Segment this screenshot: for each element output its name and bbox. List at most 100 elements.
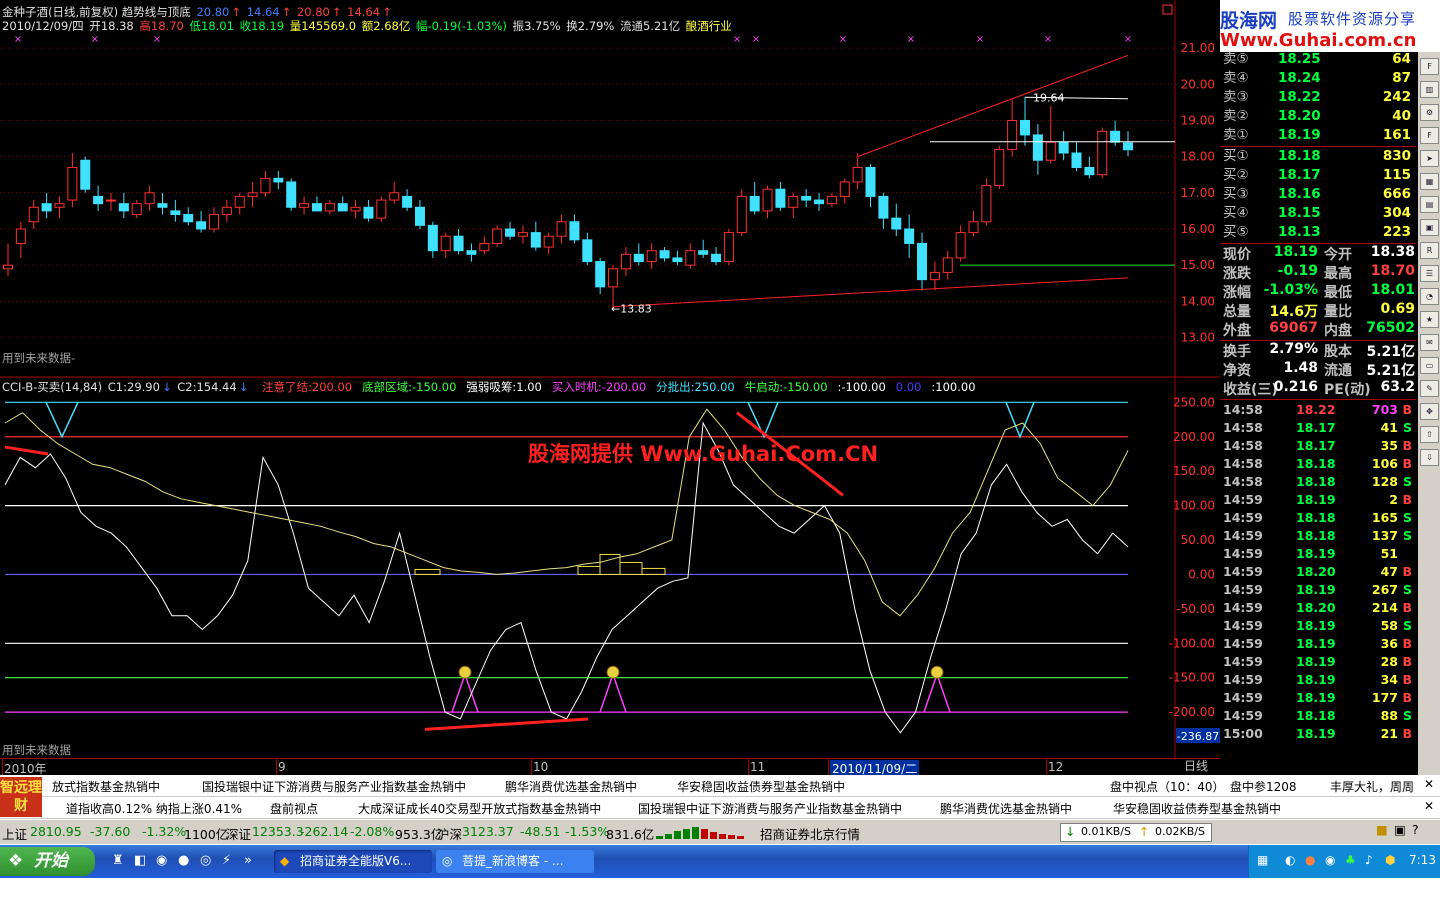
ticker-item[interactable]: 华安稳固收益债券型基金热销中: [677, 778, 845, 795]
RSI-icon[interactable]: R: [1420, 242, 1439, 259]
close-icon[interactable]: ✕: [1424, 799, 1434, 813]
ticker-item[interactable]: 华安稳固收益债券型基金热销中: [1113, 800, 1281, 817]
ticker-item[interactable]: 大成深证成长40交易型开放式指数基金热销中: [358, 800, 601, 817]
tray-icon-3[interactable]: ◉: [1325, 853, 1335, 867]
tick-row[interactable]: 14:59 18.20 47 B: [1220, 563, 1416, 581]
order-book-row[interactable]: 买③ 18.16 666: [1220, 185, 1414, 204]
tick-row[interactable]: 14:59 18.18 165 S: [1220, 509, 1416, 527]
book-icon[interactable]: ▭: [1420, 357, 1439, 374]
tick-row[interactable]: 14:59 18.19 51: [1220, 545, 1416, 563]
order-book-row[interactable]: 买⑤ 18.13 223: [1220, 223, 1414, 242]
order-book-row[interactable]: 买④ 18.15 304: [1220, 204, 1414, 223]
browser-icon[interactable]: ◎: [200, 853, 211, 868]
settings-icon[interactable]: ▣: [1394, 822, 1406, 837]
F10-icon[interactable]: F: [1420, 58, 1439, 75]
order-book-row[interactable]: 卖④ 18.24 87: [1220, 69, 1414, 88]
ticker-item[interactable]: 丰厚大礼，周周: [1330, 778, 1414, 795]
tick-row[interactable]: 14:58 18.18 106 B: [1220, 455, 1416, 473]
tick-row[interactable]: 14:59 18.20 214 B: [1220, 599, 1416, 617]
pie-icon[interactable]: ◔: [1420, 288, 1439, 305]
order-book-row[interactable]: 卖① 18.19 161: [1220, 126, 1414, 145]
cci-indicator-chart[interactable]: 250.00 200.00 150.00 100.00 50.00 0.00 -50.00 -…: [0, 378, 1220, 758]
desktop-icon[interactable]: ♜: [112, 853, 124, 868]
order-book-label: 卖③: [1223, 89, 1249, 105]
tick-side: S: [1402, 474, 1412, 489]
tick-row[interactable]: 14:59 18.19 58 S: [1220, 617, 1416, 635]
period-label[interactable]: 日线: [1174, 758, 1218, 775]
tick-row[interactable]: 14:59 18.19 28 B: [1220, 653, 1416, 671]
ticker-item[interactable]: 国投瑞银中证下游消费与服务产业指数基金热销中: [202, 778, 466, 795]
grid-icon[interactable]: ▦: [1420, 173, 1439, 190]
volume-icon[interactable]: ♪: [1365, 853, 1373, 867]
ticker-item[interactable]: 盘中视点（10：40）: [1110, 778, 1225, 795]
order-book-row[interactable]: 卖⑤ 18.25 64: [1220, 50, 1414, 69]
tick-row[interactable]: 15:00 18.19 21 B: [1220, 725, 1416, 743]
tool-icon[interactable]: ⚙: [1420, 104, 1439, 121]
tray-icon-1[interactable]: ◐: [1285, 853, 1295, 867]
ie-icon[interactable]: ◧: [134, 853, 146, 868]
ticker-item[interactable]: 放式指数基金热销中: [52, 778, 160, 795]
tick-row[interactable]: 14:59 18.19 34 B: [1220, 671, 1416, 689]
tick-row[interactable]: 14:59 18.19 177 B: [1220, 689, 1416, 707]
order-book-row[interactable]: 买② 18.17 115: [1220, 166, 1414, 185]
star-icon[interactable]: ★: [1420, 311, 1439, 328]
candle-body: [814, 199, 825, 205]
lock-icon[interactable]: ■: [1376, 822, 1388, 837]
ticker-row-1: 放式指数基金热销中 国投瑞银中证下游消费与服务产业指数基金热销中 鹏华消费优选基金热…: [0, 775, 1440, 797]
list-icon[interactable]: ☰: [1420, 265, 1439, 282]
ticker-item[interactable]: 盘中参1208: [1230, 778, 1297, 795]
up-arrow-icon[interactable]: ⇧: [1420, 426, 1439, 443]
ticker-item[interactable]: 鹏华消费优选基金热销中: [940, 800, 1072, 817]
stat-value: 69067: [1269, 320, 1318, 336]
shield-icon[interactable]: ⬢: [1385, 853, 1395, 867]
order-book-label: 买③: [1223, 186, 1249, 202]
ticker-item[interactable]: 道指收高0.12% 纳指上涨0.41%: [66, 800, 242, 817]
tray-icon-4[interactable]: ♣: [1345, 853, 1356, 867]
chart-area[interactable]: 21.00 20.00 19.00 18.00 17.00 16.00 15.00 14.00…: [0, 0, 1220, 775]
data-icon[interactable]: ▤: [1420, 196, 1439, 213]
tick-row[interactable]: 14:59 18.18 88 S: [1220, 707, 1416, 725]
order-book-row[interactable]: 卖③ 18.22 242: [1220, 88, 1414, 107]
tray-icon-2[interactable]: ●: [1305, 853, 1315, 867]
taskbar-app-broker[interactable]: ◆ 招商证券全能版V6...: [274, 850, 432, 873]
tick-row[interactable]: 14:58 18.17 35 B: [1220, 437, 1416, 455]
order-book-row[interactable]: 买① 18.18 830: [1220, 147, 1414, 166]
tick-row[interactable]: 14:59 18.19 2 B: [1220, 491, 1416, 509]
order-book-row[interactable]: 卖② 18.20 40: [1220, 107, 1414, 126]
tick-row[interactable]: 14:59 18.19 36 B: [1220, 635, 1416, 653]
price-chart[interactable]: 21.00 20.00 19.00 18.00 17.00 16.00 15.00 14.00…: [0, 0, 1220, 378]
tick-row[interactable]: 14:58 18.17 41 S: [1220, 419, 1416, 437]
ticker-item[interactable]: 盘前视点: [270, 800, 318, 817]
chart-icon[interactable]: ▥: [1420, 81, 1439, 98]
taskbar-app-blog[interactable]: ◎ 菩提_新浪博客 - ...: [436, 850, 594, 873]
tool-icon[interactable]: ⚡: [222, 853, 231, 868]
move-icon[interactable]: ✥: [1420, 403, 1439, 420]
tick-row[interactable]: 14:59 18.18 137 S: [1220, 527, 1416, 545]
chat-icon[interactable]: ✉: [1420, 334, 1439, 351]
start-button[interactable]: ❖ 开始: [0, 847, 95, 876]
down-arrow-icon[interactable]: ⇩: [1420, 449, 1439, 466]
tick-row[interactable]: 14:59 18.19 267 S: [1220, 581, 1416, 599]
maximize-box-icon: [1162, 4, 1173, 15]
rocket-icon[interactable]: ➤: [1420, 150, 1439, 167]
tick-row[interactable]: 14:58 18.18 128 S: [1220, 473, 1416, 491]
close-icon[interactable]: ✕: [1424, 777, 1434, 791]
sh-pct: -1.32%: [142, 824, 187, 839]
ticker-item[interactable]: 鹏华消费优选基金热销中: [505, 778, 637, 795]
tick-row[interactable]: 14:58 18.22 703 B: [1220, 401, 1416, 419]
media-icon[interactable]: ◉: [156, 853, 167, 868]
accumulation-bar: [619, 561, 643, 575]
help-icon[interactable]: ?: [1412, 822, 1419, 837]
keyboard-icon[interactable]: ▦: [1257, 853, 1268, 867]
pencil-icon[interactable]: ✎: [1420, 380, 1439, 397]
zhiyuan-logo[interactable]: 智远理财: [0, 777, 42, 817]
top-marker: ×: [839, 34, 847, 45]
ticker-item[interactable]: 国投瑞银中证下游消费与服务产业指数基金热销中: [638, 800, 902, 817]
watermark-text: 股海网提供 Www.Guhai.Com.CN: [528, 442, 879, 466]
qq-icon[interactable]: ●: [178, 853, 189, 868]
accumulation-bar: [577, 565, 601, 575]
F2-icon[interactable]: F: [1420, 127, 1439, 144]
expand-icon[interactable]: »: [244, 853, 252, 868]
sz-pct: -2.08%: [350, 824, 395, 839]
doc-icon[interactable]: ▣: [1420, 219, 1439, 236]
